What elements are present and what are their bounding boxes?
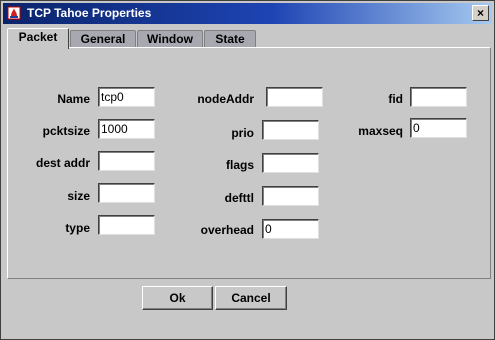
ok-button[interactable]: Ok [142,286,213,310]
fid-field[interactable] [410,87,467,107]
overhead-field[interactable] [262,219,319,239]
name-label: Name [57,92,90,106]
properties-dialog: TCP Tahoe Properties × Packet General Wi… [0,0,495,340]
title-bar[interactable]: TCP Tahoe Properties × [3,3,492,24]
dest-addr-label: dest addr [35,156,90,170]
defttl-label: defttl [224,191,254,205]
size-label: size [67,189,90,203]
window-title: TCP Tahoe Properties [27,6,152,20]
tab-state[interactable]: State [204,30,256,48]
flags-label: flags [225,158,254,172]
close-button[interactable]: × [472,5,489,21]
fid-label: fid [388,92,403,106]
type-label: type [65,221,90,235]
type-field[interactable] [98,215,155,235]
overhead-label: overhead [200,223,254,237]
cancel-button[interactable]: Cancel [215,286,287,310]
nodeaddr-field[interactable] [266,87,323,107]
app-icon [7,6,21,20]
close-icon: × [476,5,484,20]
maxseq-field[interactable] [410,118,467,138]
tab-general[interactable]: General [70,30,136,48]
size-field[interactable] [98,183,155,203]
dest-addr-field[interactable] [98,151,155,171]
nodeaddr-label: nodeAddr [197,92,254,106]
name-field[interactable] [98,87,155,107]
flags-field[interactable] [262,153,319,173]
pcktsize-field[interactable] [98,119,155,139]
pcktsize-label: pcktsize [42,124,90,138]
prio-field[interactable] [262,120,319,140]
defttl-field[interactable] [262,186,319,206]
prio-label: prio [231,126,254,140]
tab-packet[interactable]: Packet [7,28,69,49]
maxseq-label: maxseq [358,124,403,138]
tab-window[interactable]: Window [137,30,203,48]
